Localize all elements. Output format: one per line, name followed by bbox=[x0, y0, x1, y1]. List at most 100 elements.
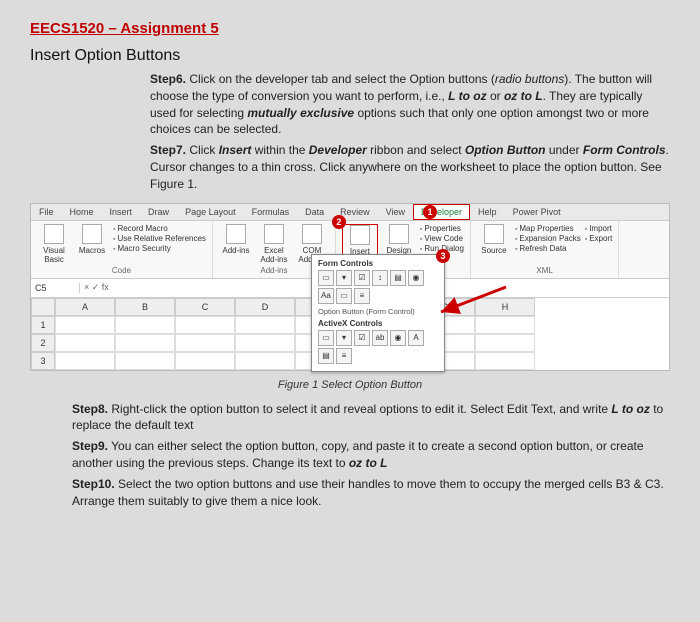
step7-t2: within the bbox=[251, 143, 308, 157]
map-properties[interactable]: Map Properties bbox=[515, 224, 581, 233]
com-addins-icon bbox=[302, 224, 322, 244]
visual-basic-button[interactable]: Visual Basic bbox=[37, 224, 71, 264]
step6-label: Step6. bbox=[150, 72, 186, 86]
row-3[interactable]: 3 bbox=[31, 352, 55, 370]
excel-addins-label: Excel Add-ins bbox=[257, 246, 291, 264]
tab-home[interactable]: Home bbox=[62, 204, 102, 220]
step10: Step10. Select the two option buttons an… bbox=[72, 476, 670, 510]
excel-addins-button[interactable]: Excel Add-ins bbox=[257, 224, 291, 264]
form-label-icon[interactable]: ▭ bbox=[336, 288, 352, 304]
record-macro[interactable]: Record Macro bbox=[113, 224, 206, 233]
tab-file[interactable]: File bbox=[31, 204, 62, 220]
cell[interactable] bbox=[55, 352, 115, 370]
tab-power-pivot[interactable]: Power Pivot bbox=[505, 204, 569, 220]
form-combo-icon[interactable]: ▾ bbox=[336, 270, 352, 286]
vb-icon bbox=[44, 224, 64, 244]
form-list-icon[interactable]: ▤ bbox=[390, 270, 406, 286]
cell[interactable] bbox=[55, 316, 115, 334]
form-button-icon[interactable]: ▭ bbox=[318, 270, 334, 286]
form-controls-grid: ▭ ▾ ☑ ↕ ▤ ◉ Aa ▭ ≡ bbox=[318, 270, 438, 304]
step6: Step6. Click on the developer tab and se… bbox=[150, 71, 670, 138]
activex-icon[interactable]: ≡ bbox=[336, 348, 352, 364]
activex-controls-title: ActiveX Controls bbox=[318, 319, 438, 328]
source-button[interactable]: Source bbox=[477, 224, 511, 255]
excel-screenshot: File Home Insert Draw Page Layout Formul… bbox=[30, 203, 670, 371]
activex-icon[interactable]: ▾ bbox=[336, 330, 352, 346]
cell[interactable] bbox=[55, 334, 115, 352]
code-group-label: Code bbox=[37, 266, 206, 275]
name-box[interactable]: C5 bbox=[31, 283, 80, 293]
export-button[interactable]: Export bbox=[585, 234, 613, 243]
cell[interactable] bbox=[475, 352, 535, 370]
step10-t1: Select the two option buttons and use th… bbox=[72, 477, 664, 508]
form-group-icon[interactable]: Aa bbox=[318, 288, 334, 304]
step7-fc: Form Controls bbox=[583, 143, 666, 157]
tab-developer[interactable]: Developer bbox=[413, 204, 470, 220]
col-a[interactable]: A bbox=[55, 298, 115, 316]
cell[interactable] bbox=[175, 352, 235, 370]
excel-addins-icon bbox=[264, 224, 284, 244]
callout-2: 2 bbox=[332, 215, 346, 229]
step6-oztol: oz to L bbox=[504, 89, 543, 103]
source-label: Source bbox=[481, 246, 506, 255]
macros-button[interactable]: Macros bbox=[75, 224, 109, 255]
cell[interactable] bbox=[235, 334, 295, 352]
tab-page-layout[interactable]: Page Layout bbox=[177, 204, 244, 220]
activex-icon[interactable]: ☑ bbox=[354, 330, 370, 346]
cell[interactable] bbox=[115, 316, 175, 334]
row-2[interactable]: 2 bbox=[31, 334, 55, 352]
addins-icon bbox=[226, 224, 246, 244]
step7-t1: Click bbox=[189, 143, 218, 157]
fx-controls[interactable]: × ✓ fx bbox=[80, 282, 113, 293]
macro-security[interactable]: Macro Security bbox=[113, 244, 206, 253]
step9-label: Step9. bbox=[72, 439, 108, 453]
corner[interactable] bbox=[31, 298, 55, 316]
import-button[interactable]: Import bbox=[585, 224, 613, 233]
section-heading: Insert Option Buttons bbox=[30, 47, 670, 65]
activex-icon[interactable]: ▤ bbox=[318, 348, 334, 364]
activex-icon[interactable]: ◉ bbox=[390, 330, 406, 346]
cell[interactable] bbox=[115, 334, 175, 352]
form-option-button-icon[interactable]: ◉ bbox=[408, 270, 424, 286]
step9-oztol: oz to L bbox=[349, 456, 388, 470]
macros-label: Macros bbox=[79, 246, 105, 255]
visual-basic-label: Visual Basic bbox=[37, 246, 71, 264]
step8: Step8. Right-click the option button to … bbox=[72, 401, 670, 435]
cell[interactable] bbox=[175, 316, 235, 334]
step6-text: Click on the developer tab and select th… bbox=[189, 72, 495, 86]
arrow-icon bbox=[436, 282, 516, 324]
form-scroll-icon[interactable]: ≡ bbox=[354, 288, 370, 304]
activex-controls-grid: ▭ ▾ ☑ ab ◉ A ▤ ≡ bbox=[318, 330, 438, 364]
cell[interactable] bbox=[235, 316, 295, 334]
col-c[interactable]: C bbox=[175, 298, 235, 316]
use-relative-refs[interactable]: Use Relative References bbox=[113, 234, 206, 243]
activex-icon[interactable]: A bbox=[408, 330, 424, 346]
tab-formulas[interactable]: Formulas bbox=[244, 204, 298, 220]
tab-insert[interactable]: Insert bbox=[102, 204, 141, 220]
view-code-button[interactable]: View Code bbox=[420, 234, 464, 243]
expansion-packs[interactable]: Expansion Packs bbox=[515, 234, 581, 243]
tab-draw[interactable]: Draw bbox=[140, 204, 177, 220]
refresh-data[interactable]: Refresh Data bbox=[515, 244, 581, 253]
cell[interactable] bbox=[235, 352, 295, 370]
properties-button[interactable]: Properties bbox=[420, 224, 464, 233]
activex-icon[interactable]: ab bbox=[372, 330, 388, 346]
insert-controls-button[interactable]: Insert bbox=[342, 224, 378, 257]
callout-1: 1 bbox=[423, 205, 437, 219]
row-1[interactable]: 1 bbox=[31, 316, 55, 334]
step7-insert: Insert bbox=[219, 143, 252, 157]
cell[interactable] bbox=[475, 334, 535, 352]
step10-label: Step10. bbox=[72, 477, 115, 491]
tab-data[interactable]: Data bbox=[297, 204, 332, 220]
col-b[interactable]: B bbox=[115, 298, 175, 316]
form-checkbox-icon[interactable]: ☑ bbox=[354, 270, 370, 286]
form-spin-icon[interactable]: ↕ bbox=[372, 270, 388, 286]
addins-button[interactable]: Add-ins bbox=[219, 224, 253, 255]
activex-icon[interactable]: ▭ bbox=[318, 330, 334, 346]
cell[interactable] bbox=[175, 334, 235, 352]
tab-view[interactable]: View bbox=[378, 204, 413, 220]
group-code: Visual Basic Macros Record Macro Use Rel… bbox=[31, 221, 213, 278]
cell[interactable] bbox=[115, 352, 175, 370]
col-d[interactable]: D bbox=[235, 298, 295, 316]
tab-help[interactable]: Help bbox=[470, 204, 505, 220]
